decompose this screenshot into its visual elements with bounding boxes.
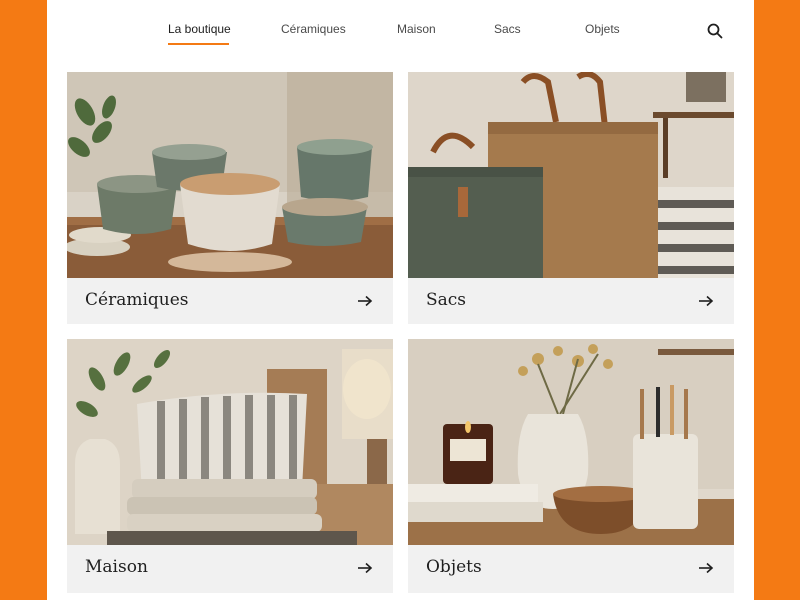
category-card-ceramiques[interactable]: Céramiques [67, 72, 393, 324]
striped-pillows-linens-photo [67, 339, 393, 545]
card-footer: Sacs [408, 278, 734, 324]
arrow-right-icon [699, 562, 714, 574]
card-footer: Céramiques [67, 278, 393, 324]
nav-item-maison[interactable]: Maison [397, 22, 436, 36]
arrow-right-icon [358, 295, 373, 307]
canvas-tote-bags-photo [408, 72, 734, 278]
search-icon[interactable] [706, 22, 724, 40]
nav-item-sacs[interactable]: Sacs [494, 22, 521, 36]
card-label: Sacs [426, 290, 467, 310]
card-footer: Maison [67, 545, 393, 591]
candle-vases-toothbrushes-photo [408, 339, 734, 545]
top-navigation: La boutique Céramiques Maison Sacs Objet… [47, 0, 754, 60]
card-label: Céramiques [85, 290, 189, 310]
ceramic-bowls-photo [67, 72, 393, 278]
card-label: Maison [85, 557, 148, 577]
category-card-sacs[interactable]: Sacs [408, 72, 734, 324]
card-footer: Objets [408, 545, 734, 591]
active-tab-indicator [168, 43, 229, 45]
nav-item-ceramiques[interactable]: Céramiques [281, 22, 346, 36]
arrow-right-icon [699, 295, 714, 307]
content-panel: La boutique Céramiques Maison Sacs Objet… [47, 0, 754, 600]
category-card-maison[interactable]: Maison [67, 339, 393, 593]
nav-item-la-boutique[interactable]: La boutique [168, 22, 231, 36]
category-card-objets[interactable]: Objets [408, 339, 734, 593]
arrow-right-icon [358, 562, 373, 574]
nav-item-objets[interactable]: Objets [585, 22, 620, 36]
card-label: Objets [426, 557, 482, 577]
